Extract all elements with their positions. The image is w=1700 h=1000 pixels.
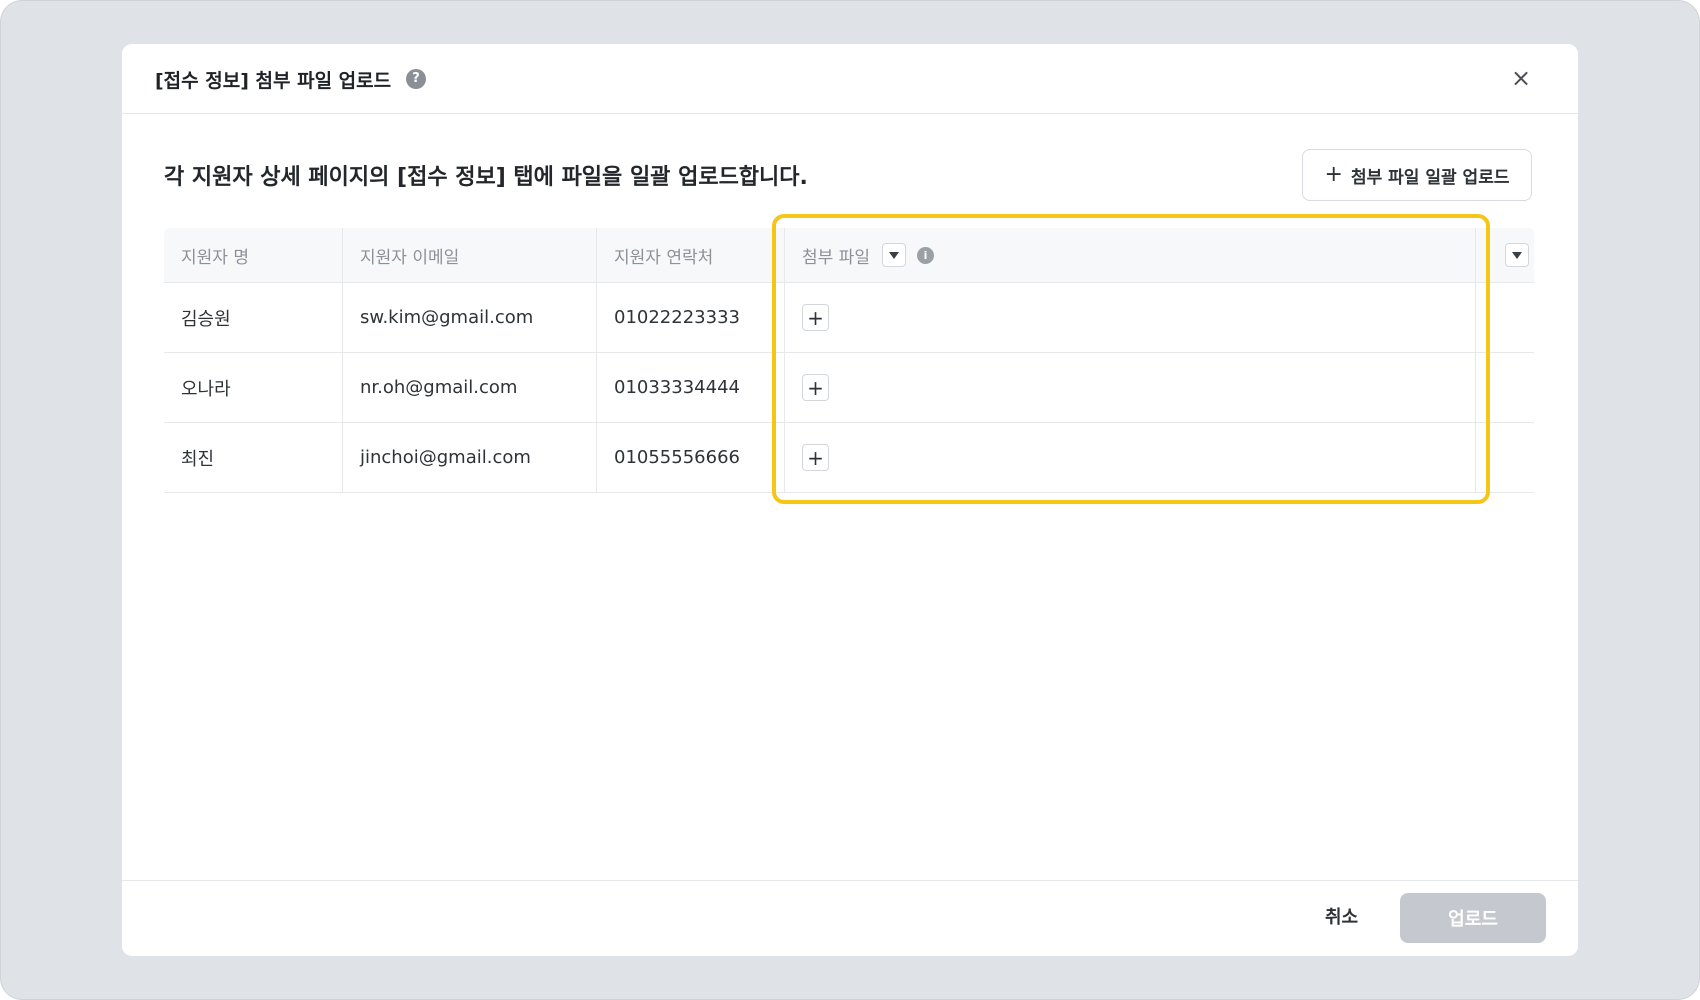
cancel-button[interactable]: 취소 [1325,903,1358,929]
cell-email: jinchoi@gmail.com [342,423,596,492]
upload-button[interactable]: 업로드 [1400,893,1546,943]
help-icon[interactable]: ? [406,69,426,89]
cell-phone: 01022223333 [596,283,784,352]
cell-phone: 01055556666 [596,423,784,492]
bulk-upload-label: 첨부 파일 일괄 업로드 [1350,167,1510,188]
cell-email: sw.kim@gmail.com [342,283,596,352]
header-email: 지원자 이메일 [342,228,596,282]
cell-name: 김승원 [181,308,231,330]
bulk-upload-button[interactable]: + 첨부 파일 일괄 업로드 [1302,149,1532,201]
cell-name: 최진 [181,448,215,470]
header-name: 지원자 명 [181,247,249,268]
modal-header: [접수 정보] 첨부 파일 업로드 ? × [122,44,1578,114]
close-icon[interactable]: × [1508,65,1534,91]
modal-footer: 취소 업로드 [122,880,1578,957]
header-phone: 지원자 연락처 [596,228,784,282]
caret-down-icon [1512,251,1522,259]
cell-phone: 01033334444 [596,353,784,422]
plus-icon: + [1324,162,1343,187]
cell-name: 오나라 [181,378,231,400]
modal-title: [접수 정보] 첨부 파일 업로드 [155,70,392,92]
column-dropdown-button[interactable] [1505,243,1529,267]
description-text: 각 지원자 상세 페이지의 [접수 정보] 탭에 파일을 일괄 업로드합니다. [164,165,808,190]
attachment-column-highlight [772,214,1490,504]
cell-email: nr.oh@gmail.com [342,353,596,422]
